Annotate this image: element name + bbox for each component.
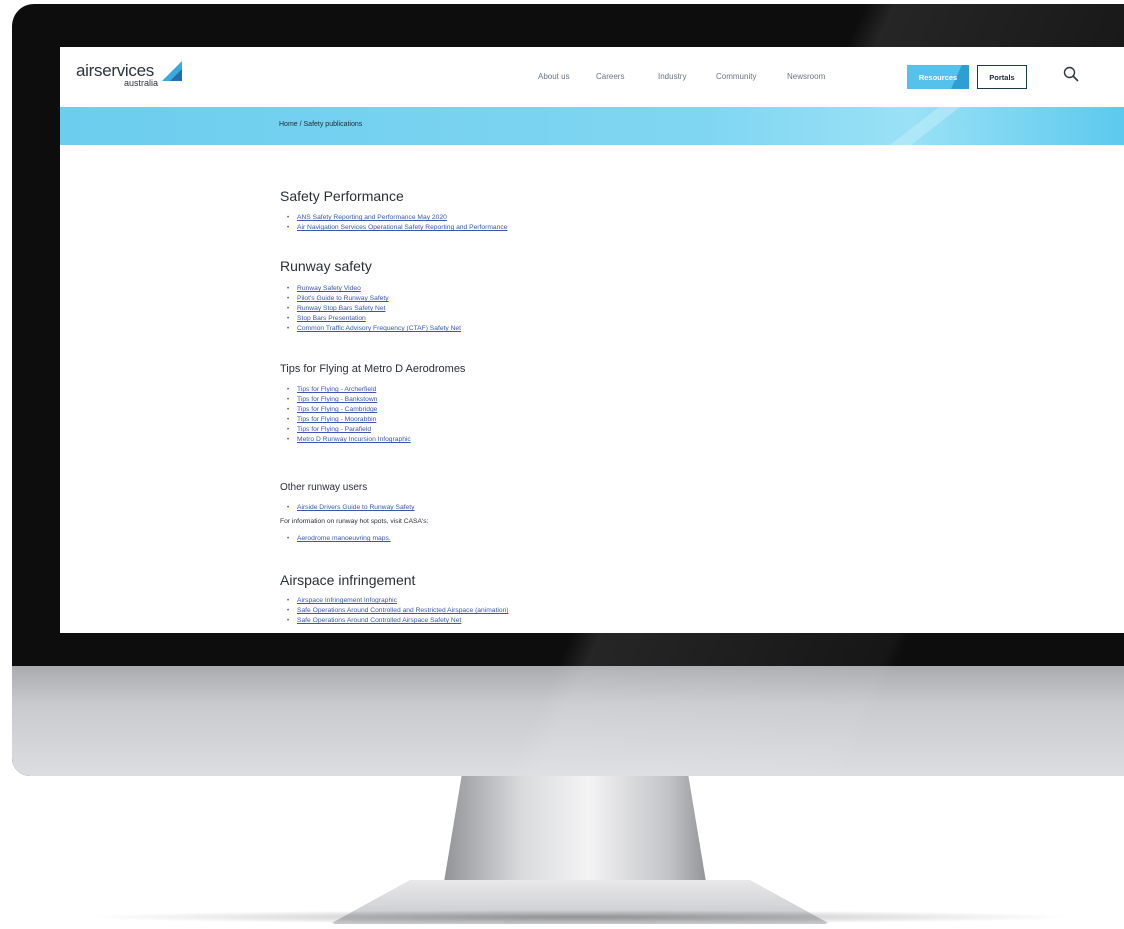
link-tips-archerfield[interactable]: Tips for Flying - Archerfield [297, 386, 376, 393]
section-airspace-infringement: Airspace infringement Airspace Infringem… [280, 572, 509, 626]
section-tips-metro-d: Tips for Flying at Metro D Aerodromes Ti… [280, 363, 465, 445]
list-item: Airspace Infringement Infographic [287, 596, 509, 606]
section-title: Safety Performance [280, 188, 404, 204]
link-ans-safety-reporting[interactable]: ANS Safety Reporting and Performance May… [297, 214, 447, 221]
section-title: Tips for Flying at Metro D Aerodromes [280, 363, 466, 375]
link-stop-bars-presentation[interactable]: Stop Bars Presentation [297, 315, 366, 322]
nav-community[interactable]: Community [716, 72, 756, 81]
site-header: airservices australia About us Careers I… [60, 47, 1124, 107]
link-tips-moorabbin[interactable]: Tips for Flying - Moorabbin [297, 416, 376, 423]
breadcrumb-bar: Home / Safety publications [60, 107, 1124, 145]
link-ans-operational-safety[interactable]: Air Navigation Services Operational Safe… [297, 224, 507, 231]
section-other-runway-users: Other runway users Airside Drivers Guide… [280, 482, 428, 544]
list-item: Aerodrome manoeuvring maps. [287, 534, 428, 544]
resources-button-label: Resources [918, 72, 958, 82]
nav-about-us[interactable]: About us [538, 72, 570, 81]
link-tips-parafield[interactable]: Tips for Flying - Parafield [297, 426, 371, 433]
list-item: Safe Operations Around Controlled and Re… [287, 606, 509, 616]
section-title: Runway safety [280, 258, 372, 274]
floor-shadow [80, 910, 1080, 924]
list-item: Tips for Flying - Archerfield [287, 385, 465, 395]
nav-industry[interactable]: Industry [658, 72, 686, 81]
link-tips-cambridge[interactable]: Tips for Flying - Cambridge [297, 406, 377, 413]
link-airside-drivers-guide[interactable]: Airside Drivers Guide to Runway Safety [297, 504, 414, 511]
portals-button[interactable]: Portals [977, 65, 1027, 89]
link-tips-bankstown[interactable]: Tips for Flying - Bankstown [297, 396, 377, 403]
link-pilots-guide[interactable]: Pilot's Guide to Runway Safety [297, 295, 389, 302]
list-item: Runway Safety Video [287, 284, 461, 294]
link-stop-bars-safety-net[interactable]: Runway Stop Bars Safety Net [297, 305, 385, 312]
casa-note: For information on runway hot spots, vis… [280, 518, 429, 525]
list-item: Runway Stop Bars Safety Net [287, 304, 461, 314]
list-item: Airside Drivers Guide to Runway Safety [287, 503, 428, 513]
nav-newsroom[interactable]: Newsroom [787, 72, 825, 81]
breadcrumb-bar-decoration [890, 107, 960, 145]
section-runway-safety: Runway safety Runway Safety Video Pilot'… [280, 258, 461, 334]
list-item: Safe Operations Around Controlled Airspa… [287, 616, 509, 626]
resources-button[interactable]: Resources [907, 65, 969, 89]
section-safety-performance: Safety Performance ANS Safety Reporting … [280, 188, 507, 233]
breadcrumb[interactable]: Home / Safety publications [279, 121, 362, 128]
airservices-logo[interactable]: airservices australia [76, 59, 182, 89]
search-icon[interactable] [1062, 65, 1080, 83]
monitor-chin [12, 666, 1124, 776]
section-title: Other runway users [280, 482, 368, 493]
list-item: Tips for Flying - Moorabbin [287, 415, 465, 425]
link-ctaf-safety-net[interactable]: Common Traffic Advisory Frequency (CTAF)… [297, 325, 461, 332]
nav-careers[interactable]: Careers [596, 72, 624, 81]
section-title: Airspace infringement [280, 572, 416, 588]
list-item: Common Traffic Advisory Frequency (CTAF)… [287, 324, 461, 334]
logo-subtitle: australia [124, 78, 159, 88]
link-metro-d-infographic[interactable]: Metro D Runway Incursion Infographic [297, 436, 411, 443]
list-item: Air Navigation Services Operational Safe… [287, 223, 507, 233]
link-safe-ops-safety-net[interactable]: Safe Operations Around Controlled Airspa… [297, 617, 461, 624]
link-aerodrome-maps[interactable]: Aerodrome manoeuvring maps. [297, 535, 391, 542]
link-runway-safety-video[interactable]: Runway Safety Video [297, 285, 361, 292]
portals-button-label: Portals [989, 72, 1015, 82]
list-item: Tips for Flying - Parafield [287, 425, 465, 435]
list-item: ANS Safety Reporting and Performance May… [287, 213, 507, 223]
list-item: Metro D Runway Incursion Infographic [287, 435, 465, 445]
logo-wing-icon [162, 61, 182, 81]
link-safe-ops-animation[interactable]: Safe Operations Around Controlled and Re… [297, 607, 509, 614]
screen: airservices australia About us Careers I… [60, 47, 1124, 633]
list-item: Pilot's Guide to Runway Safety [287, 294, 461, 304]
list-item: Tips for Flying - Cambridge [287, 405, 465, 415]
link-airspace-infographic[interactable]: Airspace Infringement Infographic [297, 597, 397, 604]
list-item: Stop Bars Presentation [287, 314, 461, 324]
list-item: Tips for Flying - Bankstown [287, 395, 465, 405]
